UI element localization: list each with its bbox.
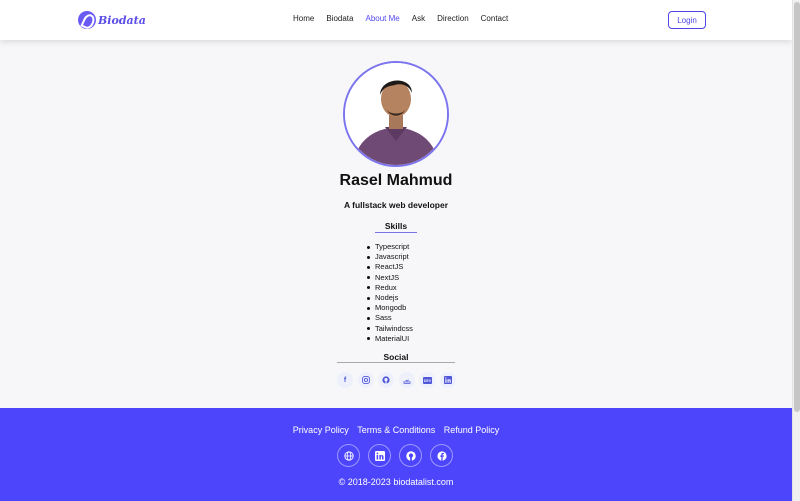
social-heading: Social bbox=[383, 352, 409, 362]
profile-photo bbox=[345, 63, 447, 165]
github-icon[interactable] bbox=[378, 372, 394, 388]
nav-biodata[interactable]: Biodata bbox=[326, 14, 353, 23]
skill-item: Tailwindcss bbox=[367, 324, 413, 334]
footer-links: Privacy Policy Terms & Conditions Refund… bbox=[0, 425, 792, 435]
skill-item: Javascript bbox=[367, 252, 413, 262]
skill-item: Typescript bbox=[367, 242, 413, 252]
privacy-policy-link[interactable]: Privacy Policy bbox=[293, 425, 349, 435]
profile-tagline: A fullstack web developer bbox=[343, 200, 449, 210]
scrollbar-thumb[interactable] bbox=[794, 2, 800, 412]
globe-icon[interactable] bbox=[337, 444, 360, 467]
skills-heading: Skills bbox=[384, 221, 408, 231]
main-nav: Home Biodata About Me Ask Direction Cont… bbox=[293, 14, 520, 23]
page-scrollbar[interactable] bbox=[792, 0, 800, 501]
instagram-icon[interactable] bbox=[357, 372, 374, 388]
header: Biodata Home Biodata About Me Ask Direct… bbox=[0, 0, 792, 40]
facebook-icon[interactable] bbox=[430, 444, 453, 467]
skill-item: Sass bbox=[367, 313, 413, 323]
nav-ask[interactable]: Ask bbox=[412, 14, 425, 23]
skill-item: Nodejs bbox=[367, 293, 413, 303]
copyright-text: © 2018-2023 biodatalist.com bbox=[338, 477, 454, 487]
profile-name: Rasel Mahmud bbox=[339, 172, 453, 189]
login-button[interactable]: Login bbox=[668, 11, 706, 29]
brand-name: Biodata bbox=[98, 13, 146, 27]
nav-contact[interactable]: Contact bbox=[481, 14, 509, 23]
skill-item: ReactJS bbox=[367, 262, 413, 272]
footer: Privacy Policy Terms & Conditions Refund… bbox=[0, 408, 792, 501]
skill-item: Mongodb bbox=[367, 303, 413, 313]
about-page: Biodata Home Biodata About Me Ask Direct… bbox=[0, 0, 792, 501]
skill-item: NextJS bbox=[367, 273, 413, 283]
linkedin-icon[interactable] bbox=[368, 444, 391, 467]
brand-logo[interactable]: Biodata bbox=[78, 10, 146, 30]
leaf-icon bbox=[78, 11, 96, 29]
nav-home[interactable]: Home bbox=[293, 14, 314, 23]
nav-direction[interactable]: Direction bbox=[437, 14, 469, 23]
social-links: f DEV bbox=[337, 372, 456, 388]
avatar bbox=[343, 61, 449, 167]
skills-list: Typescript Javascript ReactJS NextJS Red… bbox=[367, 242, 413, 344]
footer-social bbox=[337, 444, 453, 467]
dev-icon[interactable]: DEV bbox=[419, 372, 435, 388]
svg-text:DEV: DEV bbox=[423, 379, 431, 383]
skill-item: Redux bbox=[367, 283, 413, 293]
github-icon[interactable] bbox=[399, 444, 422, 467]
nav-about-me[interactable]: About Me bbox=[365, 14, 399, 23]
stackoverflow-icon[interactable] bbox=[398, 372, 415, 388]
skills-divider bbox=[375, 232, 417, 233]
terms-link[interactable]: Terms & Conditions bbox=[357, 425, 435, 435]
linkedin-icon[interactable] bbox=[439, 372, 456, 388]
refund-policy-link[interactable]: Refund Policy bbox=[444, 425, 500, 435]
facebook-icon[interactable]: f bbox=[337, 372, 353, 388]
social-divider bbox=[337, 362, 455, 363]
skill-item: MaterialUI bbox=[367, 334, 413, 344]
